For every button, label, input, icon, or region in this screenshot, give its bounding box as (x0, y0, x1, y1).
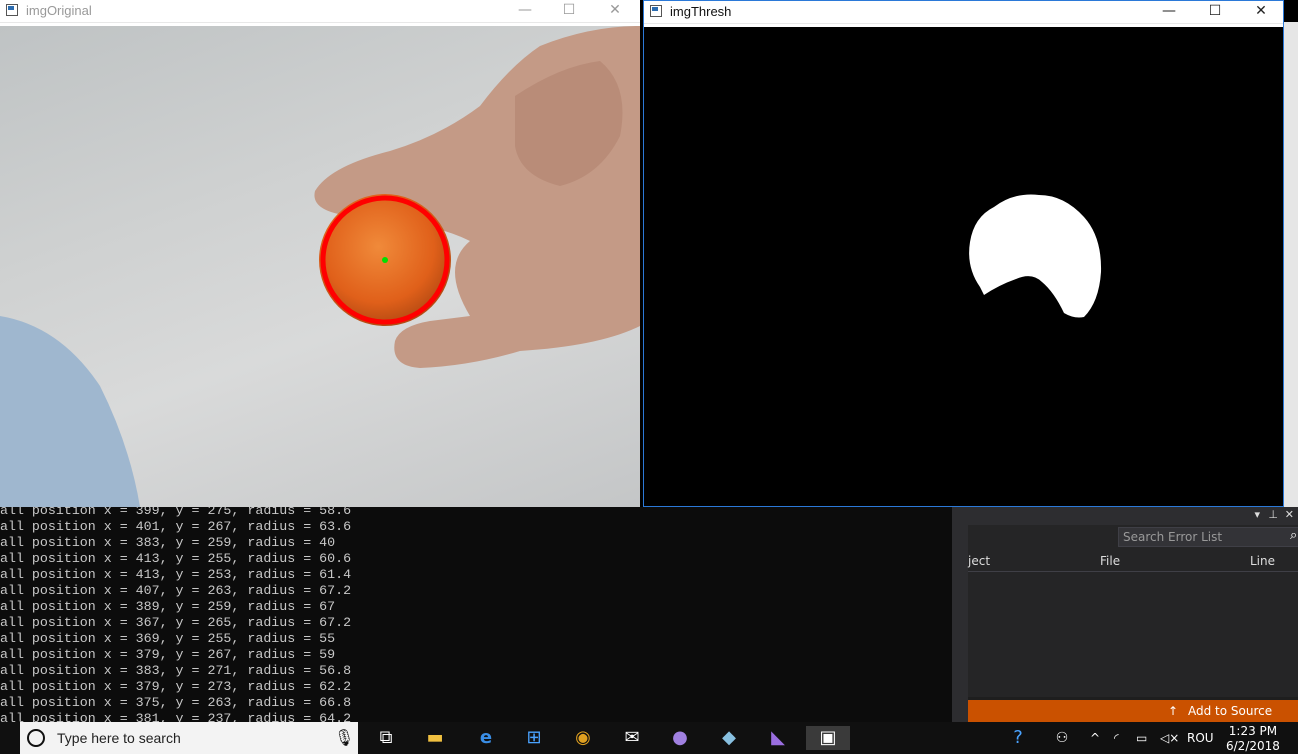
chrome-icon[interactable]: ◉ (571, 726, 595, 750)
console-line: all position x = 413, y = 255, radius = … (0, 551, 352, 566)
search-placeholder: Type here to search (57, 730, 181, 746)
microphone-icon[interactable]: 🎙 (334, 728, 354, 747)
minimize-icon[interactable]: — (1146, 1, 1192, 23)
console-line: all position x = 399, y = 275, radius = … (0, 507, 352, 518)
help-icon[interactable]: ? (1006, 726, 1030, 750)
img-thresh-title: imgThresh (670, 4, 732, 19)
console-output: all position x = 399, y = 275, radius = … (0, 507, 952, 722)
console-line: all position x = 413, y = 253, radius = … (0, 567, 352, 582)
dropdown-icon[interactable]: ▾ (1254, 508, 1260, 521)
window-app-icon (650, 5, 662, 17)
column-file[interactable]: File (1100, 554, 1120, 568)
search-icon[interactable]: ⌕ (1290, 528, 1297, 543)
window-app-icon (6, 4, 18, 16)
task-view-icon[interactable]: ⧉ (374, 726, 398, 750)
add-to-source-control-button[interactable]: ↑ Add to Source Contro (968, 700, 1298, 740)
notepad-icon[interactable]: ◆ (717, 726, 741, 750)
volume-icon[interactable]: ◁× (1160, 722, 1179, 754)
console-line: all position x = 383, y = 271, radius = … (0, 663, 352, 678)
background-scrollbar[interactable] (1284, 22, 1298, 507)
img-original-title: imgOriginal (26, 3, 92, 18)
console-line: all position x = 369, y = 255, radius = … (0, 631, 336, 646)
camera-image (0, 26, 640, 507)
mail-icon[interactable]: ✉ (620, 726, 644, 750)
people-icon[interactable]: ⚇ (1050, 726, 1074, 750)
clock[interactable]: 1:23 PM 6/2/2018 (1226, 724, 1280, 754)
github-desktop-icon[interactable]: ● (668, 726, 692, 750)
visual-studio-icon[interactable]: ◣ (766, 726, 790, 750)
threshold-frame (644, 27, 1283, 506)
console-line: all position x = 389, y = 259, radius = … (0, 599, 336, 614)
img-thresh-window[interactable]: imgThresh — ☐ ✕ (643, 0, 1284, 507)
cortana-icon (27, 729, 45, 747)
edge-icon[interactable]: e (474, 726, 498, 750)
error-list-columns: ject File Line (968, 551, 1298, 572)
store-icon[interactable]: ⊞ (522, 726, 546, 750)
maximize-icon[interactable]: ☐ (546, 0, 592, 22)
console-line: all position x = 407, y = 263, radius = … (0, 583, 352, 598)
chevron-up-icon[interactable]: ^ (1090, 722, 1100, 754)
console-line: all position x = 383, y = 259, radius = … (0, 535, 336, 550)
threshold-image (968, 167, 1102, 318)
error-list-panel: ▾ ⊥ ✕ Search Error List ⌕ ject File Line… (952, 507, 1298, 740)
wifi-icon[interactable]: ◜ (1114, 722, 1119, 754)
camera-frame (0, 26, 640, 507)
console-line: all position x = 381, y = 237, radius = … (0, 711, 352, 722)
column-line[interactable]: Line (1250, 554, 1275, 568)
console-line: all position x = 367, y = 265, radius = … (0, 615, 352, 630)
maximize-icon[interactable]: ☐ (1192, 1, 1238, 23)
pin-icon[interactable]: ⊥ (1268, 508, 1278, 521)
shirt-shape (0, 316, 140, 507)
taskbar: Type here to search 🎙 ⧉ ▬ e ⊞ ◉ ✉ ● ◆ ◣ … (0, 722, 1298, 754)
console-line: all position x = 379, y = 267, radius = … (0, 647, 336, 662)
clock-time: 1:23 PM (1228, 724, 1278, 738)
error-list-header: ▾ ⊥ ✕ (968, 507, 1298, 525)
panel-divider (952, 507, 968, 722)
img-original-window[interactable]: imgOriginal — ☐ ✕ (0, 0, 640, 507)
close-icon[interactable]: ✕ (1285, 508, 1294, 521)
error-list: ▾ ⊥ ✕ Search Error List ⌕ ject File Line (968, 507, 1298, 697)
console-line: all position x = 375, y = 263, radius = … (0, 695, 352, 710)
clock-date: 6/2/2018 (1226, 739, 1280, 753)
arrow-up-icon: ↑ (1168, 704, 1179, 718)
minimize-icon[interactable]: — (502, 0, 548, 22)
center-dot (382, 257, 388, 263)
console-window-icon[interactable]: ▣ (806, 726, 850, 750)
console-line: all position x = 401, y = 267, radius = … (0, 519, 352, 534)
close-icon[interactable]: ✕ (592, 0, 638, 22)
file-explorer-icon[interactable]: ▬ (423, 726, 447, 750)
console-line: all position x = 379, y = 273, radius = … (0, 679, 352, 694)
close-icon[interactable]: ✕ (1238, 1, 1284, 23)
img-thresh-titlebar[interactable]: imgThresh — ☐ ✕ (644, 1, 1283, 24)
column-project[interactable]: ject (968, 554, 990, 568)
language-indicator[interactable]: ROU (1187, 722, 1214, 754)
error-search-input[interactable]: Search Error List (1118, 527, 1298, 547)
taskbar-search-box[interactable]: Type here to search 🎙 (20, 722, 358, 754)
img-original-titlebar[interactable]: imgOriginal — ☐ ✕ (0, 0, 640, 23)
start-button[interactable] (0, 726, 20, 750)
battery-icon[interactable]: ▭ (1136, 722, 1147, 754)
